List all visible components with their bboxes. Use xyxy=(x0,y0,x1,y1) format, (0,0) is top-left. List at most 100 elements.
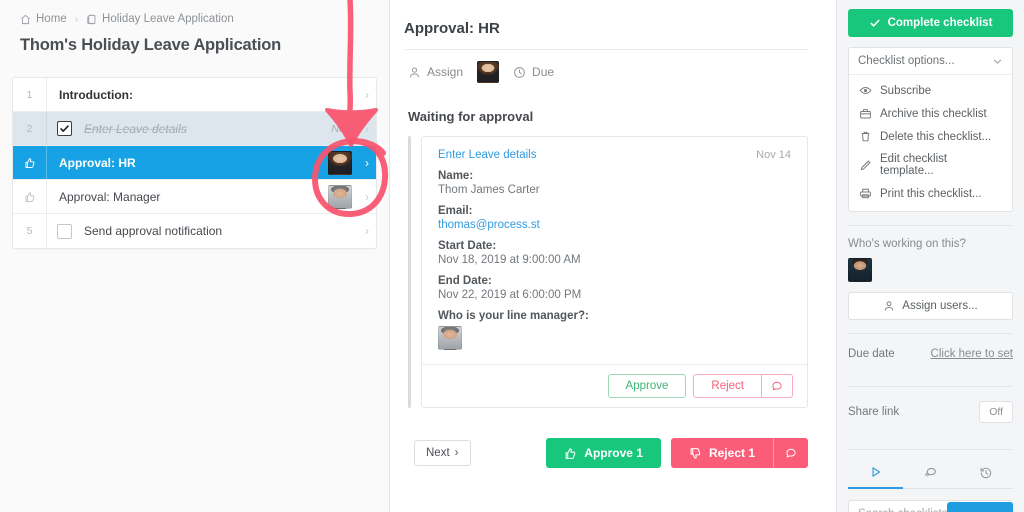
due-button[interactable]: Due xyxy=(513,65,554,79)
task-checkbox-checked[interactable] xyxy=(57,121,72,136)
task-row-approval-manager[interactable]: Approval: Manager › xyxy=(13,180,376,214)
breadcrumb-separator: › xyxy=(74,13,79,25)
option-subscribe[interactable]: Subscribe xyxy=(849,79,1012,102)
task-row-send-approval-notification[interactable]: 5 Send approval notification › xyxy=(13,214,376,248)
play-icon xyxy=(869,465,883,479)
chevron-right-icon: › xyxy=(365,87,369,102)
tab-run[interactable] xyxy=(848,458,903,489)
pencil-icon xyxy=(859,159,872,172)
next-button[interactable]: Next › xyxy=(414,440,471,466)
reject-comment-button[interactable] xyxy=(762,374,793,398)
bottom-action-bar: Next › Approve 1 Reject 1 xyxy=(404,408,808,468)
task-row-number: 1 xyxy=(13,78,47,111)
field-value-name: Thom James Carter xyxy=(438,184,540,196)
task-checkbox-empty[interactable] xyxy=(57,223,72,239)
breadcrumb-current[interactable]: Holiday Leave Application xyxy=(86,13,234,25)
tab-comments[interactable] xyxy=(903,458,958,489)
option-edit-checklist-template[interactable]: Edit checklist template... xyxy=(849,148,1012,182)
checklist-options-list: Subscribe Archive this checklist Delete … xyxy=(849,75,1012,211)
reject-all-button[interactable]: Reject 1 xyxy=(670,438,773,468)
task-row-date: Nov xyxy=(331,122,350,135)
approval-card-body: Enter Leave details Nov 14 Name: Thom Ja… xyxy=(422,137,807,364)
reject-all-label: Reject 1 xyxy=(708,446,755,460)
checklist-sidebar: Home › Holiday Leave Application Thom's … xyxy=(0,0,390,512)
due-date-row: Due date Click here to set xyxy=(848,334,1013,373)
option-label: Print this checklist... xyxy=(880,187,982,200)
due-label: Due xyxy=(532,65,555,79)
waiting-for-approval-heading: Waiting for approval xyxy=(408,109,534,124)
task-row-label: Approval: Manager xyxy=(59,189,161,204)
option-archive-checklist[interactable]: Archive this checklist xyxy=(849,102,1012,125)
worker-avatar[interactable] xyxy=(848,258,872,282)
reject-button[interactable]: Reject xyxy=(693,374,762,398)
chevron-right-icon: › xyxy=(365,189,369,204)
complete-checklist-label: Complete checklist xyxy=(887,17,993,29)
complete-checklist-button[interactable]: Complete checklist xyxy=(848,9,1013,37)
reject-all-comment-button[interactable] xyxy=(773,438,808,468)
task-meta-row: Assign Due xyxy=(404,50,808,83)
card-rail xyxy=(408,136,411,408)
checklist-options-box: Checklist options... Subscribe Archive t… xyxy=(848,47,1013,212)
field-label-end-date: End Date: xyxy=(438,275,492,287)
checklist-options-header[interactable]: Checklist options... xyxy=(849,48,1012,75)
task-detail-panel: Approval: HR Assign Due Waiting for appr… xyxy=(390,0,836,512)
option-label: Delete this checklist... xyxy=(880,130,992,143)
chevron-right-icon: › xyxy=(365,224,369,238)
approval-card-wrapper: Enter Leave details Nov 14 Name: Thom Ja… xyxy=(404,124,808,408)
checklist-icon xyxy=(86,14,97,25)
approve-all-button[interactable]: Approve 1 xyxy=(546,438,661,468)
assign-users-button[interactable]: Assign users... xyxy=(848,292,1013,320)
tab-activity[interactable] xyxy=(958,458,1013,489)
history-icon xyxy=(979,466,993,480)
breadcrumb: Home › Holiday Leave Application xyxy=(0,0,389,25)
field-value-email[interactable]: thomas@process.st xyxy=(438,219,791,231)
app-root: Home › Holiday Leave Application Thom's … xyxy=(0,0,1024,512)
share-link-toggle[interactable]: Off xyxy=(979,401,1013,423)
task-row-introduction[interactable]: 1 Introduction: › xyxy=(13,78,376,112)
printer-icon xyxy=(859,187,872,200)
task-list: 1 Introduction: › 2 Enter Leave details … xyxy=(12,77,377,249)
page-title: Thom's Holiday Leave Application xyxy=(20,36,281,54)
thumbs-up-icon xyxy=(13,180,47,213)
task-row-label: Send approval notification xyxy=(84,224,223,238)
due-date-set-link[interactable]: Click here to set xyxy=(931,348,1013,360)
task-row-approval-hr[interactable]: Approval: HR › xyxy=(13,146,376,180)
chevron-right-icon: › xyxy=(454,447,459,459)
task-row-label: Enter Leave details xyxy=(84,121,187,136)
avatar xyxy=(328,150,352,175)
checklist-options-sidebar: Complete checklist Checklist options... … xyxy=(836,0,1024,512)
whos-working-label: Who's working on this? xyxy=(848,238,966,250)
field-label-name: Name: xyxy=(438,170,474,182)
task-row-enter-leave-details[interactable]: 2 Enter Leave details Nov › xyxy=(13,112,376,146)
task-title: Approval: HR xyxy=(404,20,500,37)
breadcrumb-home[interactable]: Home xyxy=(20,13,67,25)
reject-all-group: Reject 1 xyxy=(670,438,808,468)
option-delete-checklist[interactable]: Delete this checklist... xyxy=(849,125,1012,148)
thumbs-down-icon xyxy=(689,447,702,460)
avatar xyxy=(328,184,352,209)
share-link-label: Share link xyxy=(848,406,900,418)
card-source-link[interactable]: Enter Leave details xyxy=(438,149,536,161)
thumbs-up-icon xyxy=(13,146,47,179)
option-print-checklist[interactable]: Print this checklist... xyxy=(849,182,1012,205)
thumbs-up-icon xyxy=(564,447,577,460)
assignee-avatar[interactable] xyxy=(477,61,500,83)
assign-users-label: Assign users... xyxy=(902,300,978,312)
chevron-down-icon xyxy=(992,56,1003,67)
home-icon xyxy=(20,14,31,25)
reject-button-group: Reject xyxy=(693,374,793,398)
task-row-label: Introduction: xyxy=(59,87,133,102)
approval-card-footer: Approve Reject xyxy=(422,364,807,407)
card-date: Nov 14 xyxy=(756,149,791,161)
archive-icon xyxy=(859,107,872,120)
primary-action-button-partial[interactable] xyxy=(947,502,1013,512)
approval-card: Enter Leave details Nov 14 Name: Thom Ja… xyxy=(421,136,808,408)
clock-icon xyxy=(513,66,526,79)
assign-button[interactable]: Assign xyxy=(408,65,463,79)
breadcrumb-home-label: Home xyxy=(36,13,67,25)
share-link-row: Share link Off xyxy=(848,387,1013,436)
chevron-right-icon: › xyxy=(365,155,369,170)
option-label: Subscribe xyxy=(880,84,932,97)
approve-button[interactable]: Approve xyxy=(607,374,687,398)
field-value-end-date: Nov 22, 2019 at 6:00:00 PM xyxy=(438,289,582,301)
